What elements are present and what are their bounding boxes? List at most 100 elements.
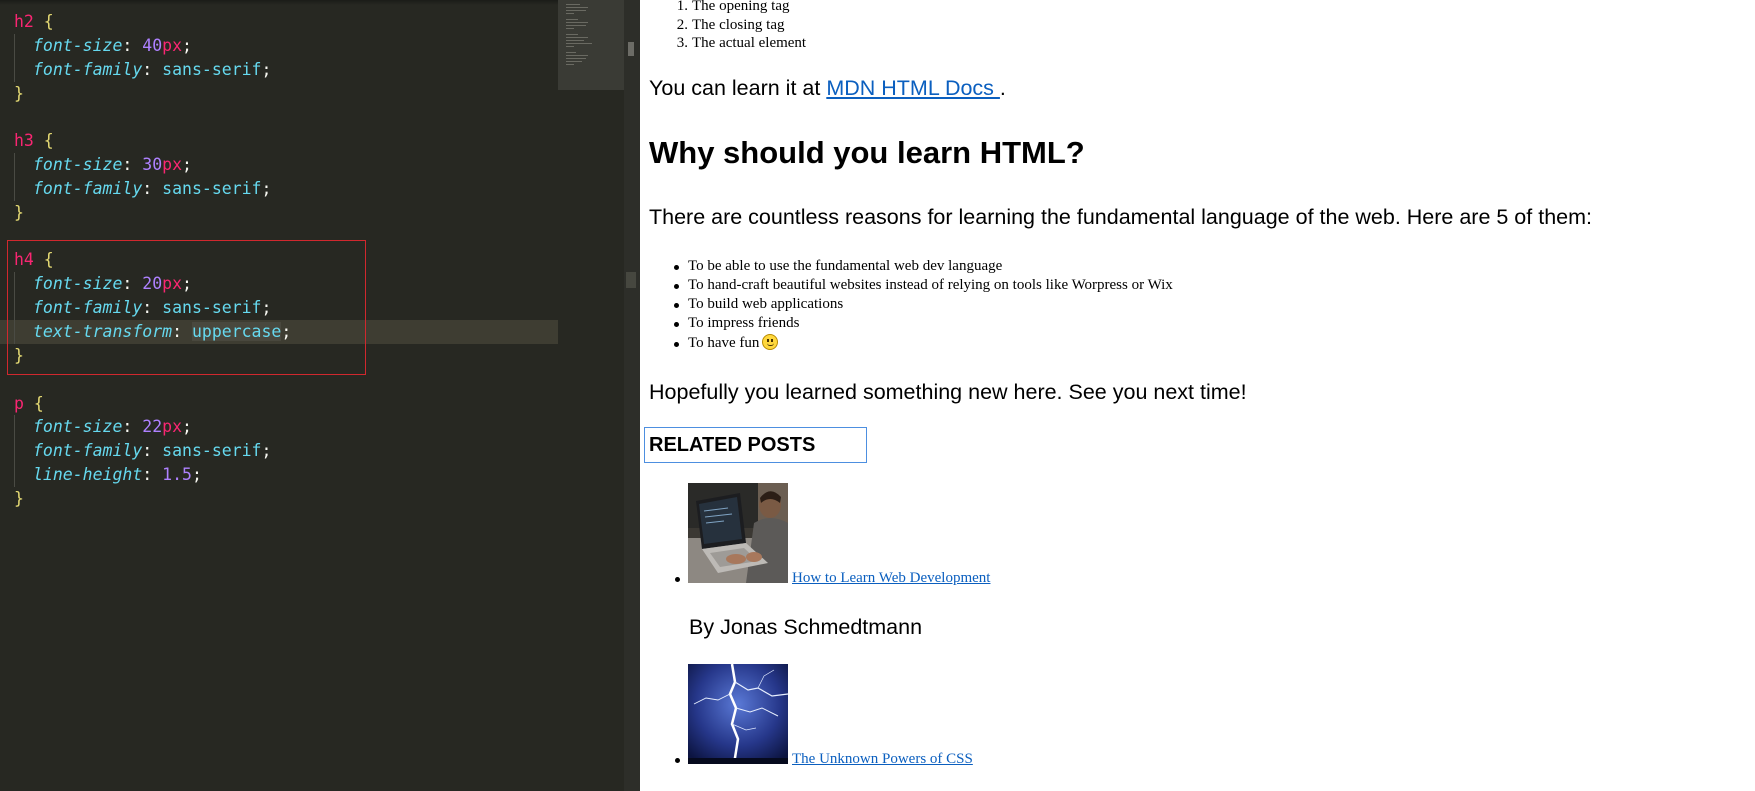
post-author: By Jonas Schmedtmann <box>689 615 923 639</box>
code-line: font-family: sans-serif; <box>0 176 558 201</box>
list-number: 3. <box>676 35 688 51</box>
css-unit: px <box>162 35 183 55</box>
code-line: font-size: 30px; <box>0 153 558 177</box>
code-line: h4 { <box>0 248 558 272</box>
why-learn-heading: Why should you learn HTML? <box>649 135 1085 170</box>
css-property: font-family <box>33 59 143 79</box>
list-item: 2. The closing tag <box>672 16 806 35</box>
css-property: font-family <box>33 441 143 461</box>
minimap-line <box>566 4 580 5</box>
list-item: 1. The opening tag <box>672 0 806 16</box>
css-number: 22 <box>142 417 163 437</box>
code-line: } <box>0 82 558 106</box>
lightning-photo <box>688 664 788 764</box>
colon: : <box>172 321 192 341</box>
learn-suffix: . <box>999 76 1006 100</box>
minimap-line <box>566 64 574 65</box>
css-selector: h2 <box>14 12 34 31</box>
colon: : <box>142 298 163 318</box>
code-line: } <box>0 201 558 225</box>
code-line: text-transform: uppercase; <box>0 319 558 344</box>
open-brace: { <box>33 12 54 31</box>
browser-preview-pane: 1. The opening tag 2. The closing tag 3. The … <box>640 0 1755 791</box>
code-area[interactable]: h2 {font-size: 40px; font-family: sans-se… <box>0 10 558 511</box>
css-value: sans-serif <box>162 441 262 461</box>
list-item-text: The actual element <box>692 35 807 51</box>
list-number: 1. <box>676 0 688 14</box>
person-laptop-photo <box>688 483 788 583</box>
close-brace: } <box>14 83 24 103</box>
minimap-line <box>566 52 576 53</box>
code-line: font-size: 20px; <box>0 272 558 296</box>
css-value: sans-serif <box>162 59 262 79</box>
colon: : <box>142 441 163 461</box>
related-posts-heading: RELATED POSTS <box>649 434 816 456</box>
close-brace: } <box>14 488 24 508</box>
code-line: h2 { <box>0 10 558 34</box>
code-line: line-height: 1.5; <box>0 463 558 487</box>
semicolon: ; <box>261 441 272 461</box>
reason-text: To be able to use the fundamental web de… <box>688 258 1003 274</box>
reason-item: To be able to use the fundamental web de… <box>674 257 1173 276</box>
minimap-line <box>566 61 582 62</box>
colon: : <box>122 274 143 294</box>
semicolon: ; <box>191 465 202 485</box>
smiley-emoji-icon <box>762 334 779 350</box>
minimap-line <box>566 58 586 59</box>
css-number: 30 <box>142 155 163 175</box>
minimap-line <box>566 28 574 29</box>
colon: : <box>142 59 163 79</box>
minimap-line <box>566 34 578 35</box>
code-line: font-size: 40px; <box>0 33 558 58</box>
colon: : <box>122 155 143 175</box>
code-line: font-family: sans-serif; <box>0 439 558 463</box>
css-property: font-family <box>33 178 143 198</box>
css-property: font-size <box>33 155 123 175</box>
colon: : <box>122 35 143 55</box>
css-value: sans-serif <box>162 178 262 198</box>
post-thumbnail-laptop[interactable] <box>688 483 788 583</box>
minimap-scroll-thumb[interactable] <box>628 42 634 56</box>
semicolon: ; <box>261 298 272 318</box>
scrollbar-thumb[interactable] <box>626 272 636 288</box>
editor-top-shadow <box>0 0 560 5</box>
post-link-css-powers[interactable]: The Unknown Powers of CSS <box>792 751 973 768</box>
list-bullet <box>675 577 680 582</box>
minimap[interactable] <box>558 0 624 90</box>
css-property: line-height <box>33 465 143 485</box>
code-editor-pane[interactable]: h2 {font-size: 40px; font-family: sans-se… <box>0 0 624 791</box>
list-item: 3. The actual element <box>672 34 806 53</box>
code-line: } <box>0 344 558 368</box>
post-link-web-development[interactable]: How to Learn Web Development <box>792 570 990 587</box>
open-brace: { <box>23 393 44 413</box>
reason-text: To build web applications <box>688 296 844 312</box>
minimap-line <box>566 46 574 47</box>
minimap-line <box>566 43 592 44</box>
post-thumbnail-lightning[interactable] <box>688 664 788 764</box>
close-brace: } <box>14 202 24 222</box>
minimap-line <box>566 22 588 23</box>
semicolon: ; <box>182 274 192 294</box>
open-brace: { <box>33 250 54 270</box>
css-unit: px <box>162 274 183 294</box>
colon: : <box>142 465 163 485</box>
minimap-line <box>566 13 574 14</box>
css-value: sans-serif <box>162 298 262 318</box>
css-value: uppercase <box>191 321 282 341</box>
semicolon: ; <box>261 178 272 198</box>
editor-scrollbar[interactable] <box>624 0 640 791</box>
list-bullet <box>675 758 680 763</box>
colon: : <box>142 178 163 198</box>
css-property: text-transform <box>33 321 173 341</box>
mdn-docs-link[interactable]: MDN HTML Docs <box>826 76 1000 100</box>
css-property: font-size <box>33 417 123 437</box>
minimap-line <box>566 19 578 20</box>
reason-text: To impress friends <box>688 315 800 331</box>
css-property: font-size <box>33 274 123 294</box>
reason-item: To hand-craft beautiful websites instead… <box>674 276 1173 295</box>
minimap-line <box>566 40 584 41</box>
css-unit: px <box>162 417 183 437</box>
